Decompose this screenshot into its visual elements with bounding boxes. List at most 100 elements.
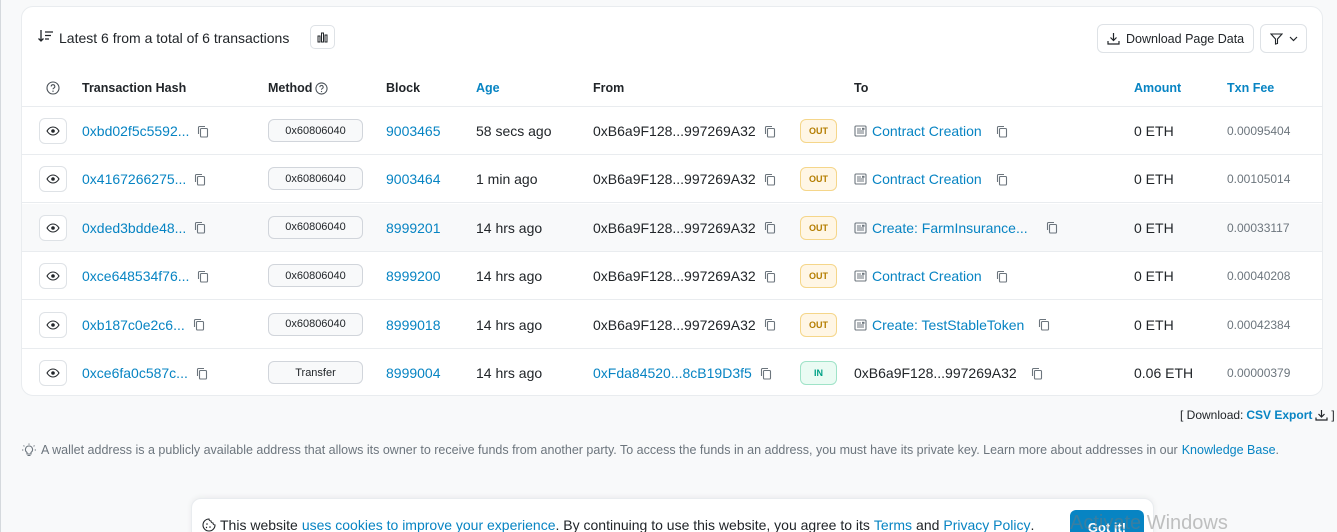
view-details-button[interactable] (39, 214, 67, 241)
to-address[interactable]: Contract Creation (872, 123, 982, 139)
copy-icon[interactable] (1031, 367, 1043, 380)
table-row: 0xb187c0e2c6... 0x60806040 8999018 14 hrs a… (22, 301, 1322, 349)
method-badge: 0x60806040 (268, 119, 363, 142)
col-method: Method (268, 81, 329, 95)
view-details-button[interactable] (39, 263, 67, 290)
from-address: 0xB6a9F128...997269A32 (593, 123, 756, 139)
transactions-card: Latest 6 from a total of 6 transactions … (21, 6, 1323, 396)
from-address[interactable]: 0xFda84520...8cB19D3f5 (593, 365, 752, 381)
eye-icon (46, 174, 60, 184)
contract-icon (854, 270, 867, 282)
direction-badge: OUT (800, 264, 837, 289)
method-badge: 0x60806040 (268, 312, 363, 336)
download-page-data-button[interactable]: Download Page Data (1097, 24, 1255, 53)
cookie-usage-link[interactable]: uses cookies to improve your experience (302, 517, 556, 532)
method-badge: 0x60806040 (268, 167, 363, 191)
card-header: Latest 6 from a total of 6 transactions … (22, 7, 1322, 69)
txn-fee-text: 0.00042384 (1227, 317, 1291, 332)
note-text: A wallet address is a publicly available… (41, 443, 1178, 457)
view-details-button[interactable] (39, 360, 67, 386)
view-details-button[interactable] (39, 166, 67, 193)
eye-icon (46, 368, 60, 378)
copy-icon[interactable] (196, 367, 208, 380)
from-address: 0xB6a9F128...997269A32 (593, 219, 756, 236)
table-row: 0xce648534f76... 0x60806040 8999200 14 hrs … (22, 252, 1322, 301)
eye-icon (46, 271, 60, 281)
chart-button[interactable] (310, 25, 335, 49)
copy-icon[interactable] (197, 270, 209, 283)
privacy-policy-link[interactable]: Privacy Policy (943, 517, 1030, 532)
copy-icon[interactable] (760, 367, 772, 380)
help-icon[interactable] (46, 81, 60, 95)
tx-hash-link[interactable]: 0xbd02f5c5592... (82, 123, 189, 139)
csv-suffix: ] (1331, 408, 1335, 422)
col-block: Block (386, 81, 421, 95)
amount-text: 0 ETH (1134, 171, 1174, 188)
col-amount[interactable]: Amount (1134, 81, 1181, 95)
csv-export-link[interactable]: CSV Export (1246, 408, 1312, 422)
contract-icon (854, 319, 867, 331)
block-link[interactable]: 9003464 (386, 171, 441, 187)
filter-button[interactable] (1260, 24, 1307, 53)
block-link[interactable]: 8999004 (386, 365, 441, 381)
cookie-t3: and (916, 517, 940, 532)
copy-icon[interactable] (764, 125, 776, 138)
col-method-label: Method (268, 81, 313, 95)
to-address[interactable]: Create: TestStableToken (872, 317, 1024, 333)
copy-icon[interactable] (764, 318, 776, 331)
block-link[interactable]: 8999200 (386, 268, 441, 284)
from-address: 0xB6a9F128...997269A32 (593, 316, 756, 333)
amount-text: 0 ETH (1134, 268, 1174, 285)
age-text: 14 hrs ago (476, 268, 543, 285)
csv-download: [ Download: CSV Export ] (1180, 408, 1335, 422)
copy-icon[interactable] (194, 173, 206, 186)
eye-icon (46, 126, 60, 136)
help-icon[interactable] (315, 81, 329, 95)
summary: Latest 6 from a total of 6 transactions (38, 29, 289, 46)
direction-badge: OUT (800, 312, 837, 337)
block-link[interactable]: 9003465 (386, 123, 441, 139)
copy-icon[interactable] (193, 318, 205, 331)
age-text: 58 secs ago (476, 123, 552, 139)
tx-hash-link[interactable]: 0x4167266275... (82, 171, 186, 187)
copy-icon[interactable] (764, 173, 776, 186)
col-age[interactable]: Age (476, 81, 500, 95)
method-badge: 0x60806040 (268, 264, 363, 288)
txn-fee-text: 0.00040208 (1227, 269, 1291, 284)
amount-text: 0 ETH (1134, 219, 1174, 236)
to-address[interactable]: Contract Creation (872, 268, 982, 284)
to-address[interactable]: Contract Creation (872, 171, 982, 187)
tx-hash-link[interactable]: 0xb187c0e2c6... (82, 317, 185, 333)
block-link[interactable]: 8999201 (386, 220, 441, 236)
col-to: To (854, 81, 869, 95)
copy-icon[interactable] (996, 173, 1008, 186)
copy-icon[interactable] (197, 125, 209, 138)
txn-fee-text: 0.00000379 (1227, 366, 1291, 380)
method-badge: Transfer (268, 361, 363, 384)
tx-hash-link[interactable]: 0xce6fa0c587c... (82, 365, 188, 381)
knowledge-base-link[interactable]: Knowledge Base (1182, 443, 1276, 457)
view-details-button[interactable] (39, 118, 67, 144)
copy-icon[interactable] (194, 221, 206, 234)
block-link[interactable]: 8999018 (386, 317, 441, 333)
col-txn-fee[interactable]: Txn Fee (1227, 81, 1274, 95)
contract-icon (854, 222, 867, 234)
cookie-icon (202, 518, 216, 532)
tx-hash-link[interactable]: 0xded3bdde48... (82, 220, 186, 236)
copy-icon[interactable] (764, 221, 776, 234)
from-address: 0xB6a9F128...997269A32 (593, 268, 756, 285)
download-label: Download Page Data (1126, 31, 1245, 46)
copy-icon[interactable] (996, 125, 1008, 138)
copy-icon[interactable] (996, 270, 1008, 283)
eye-icon (46, 320, 60, 330)
terms-link[interactable]: Terms (874, 517, 912, 532)
copy-icon[interactable] (1046, 221, 1058, 234)
copy-icon[interactable] (764, 270, 776, 283)
copy-icon[interactable] (1038, 318, 1050, 331)
tx-hash-link[interactable]: 0xce648534f76... (82, 268, 189, 284)
view-details-button[interactable] (39, 311, 67, 338)
to-address[interactable]: Create: FarmInsurance... (872, 220, 1028, 236)
download-icon[interactable] (1315, 409, 1328, 421)
sort-icon[interactable] (38, 29, 54, 46)
eye-icon (46, 223, 60, 233)
